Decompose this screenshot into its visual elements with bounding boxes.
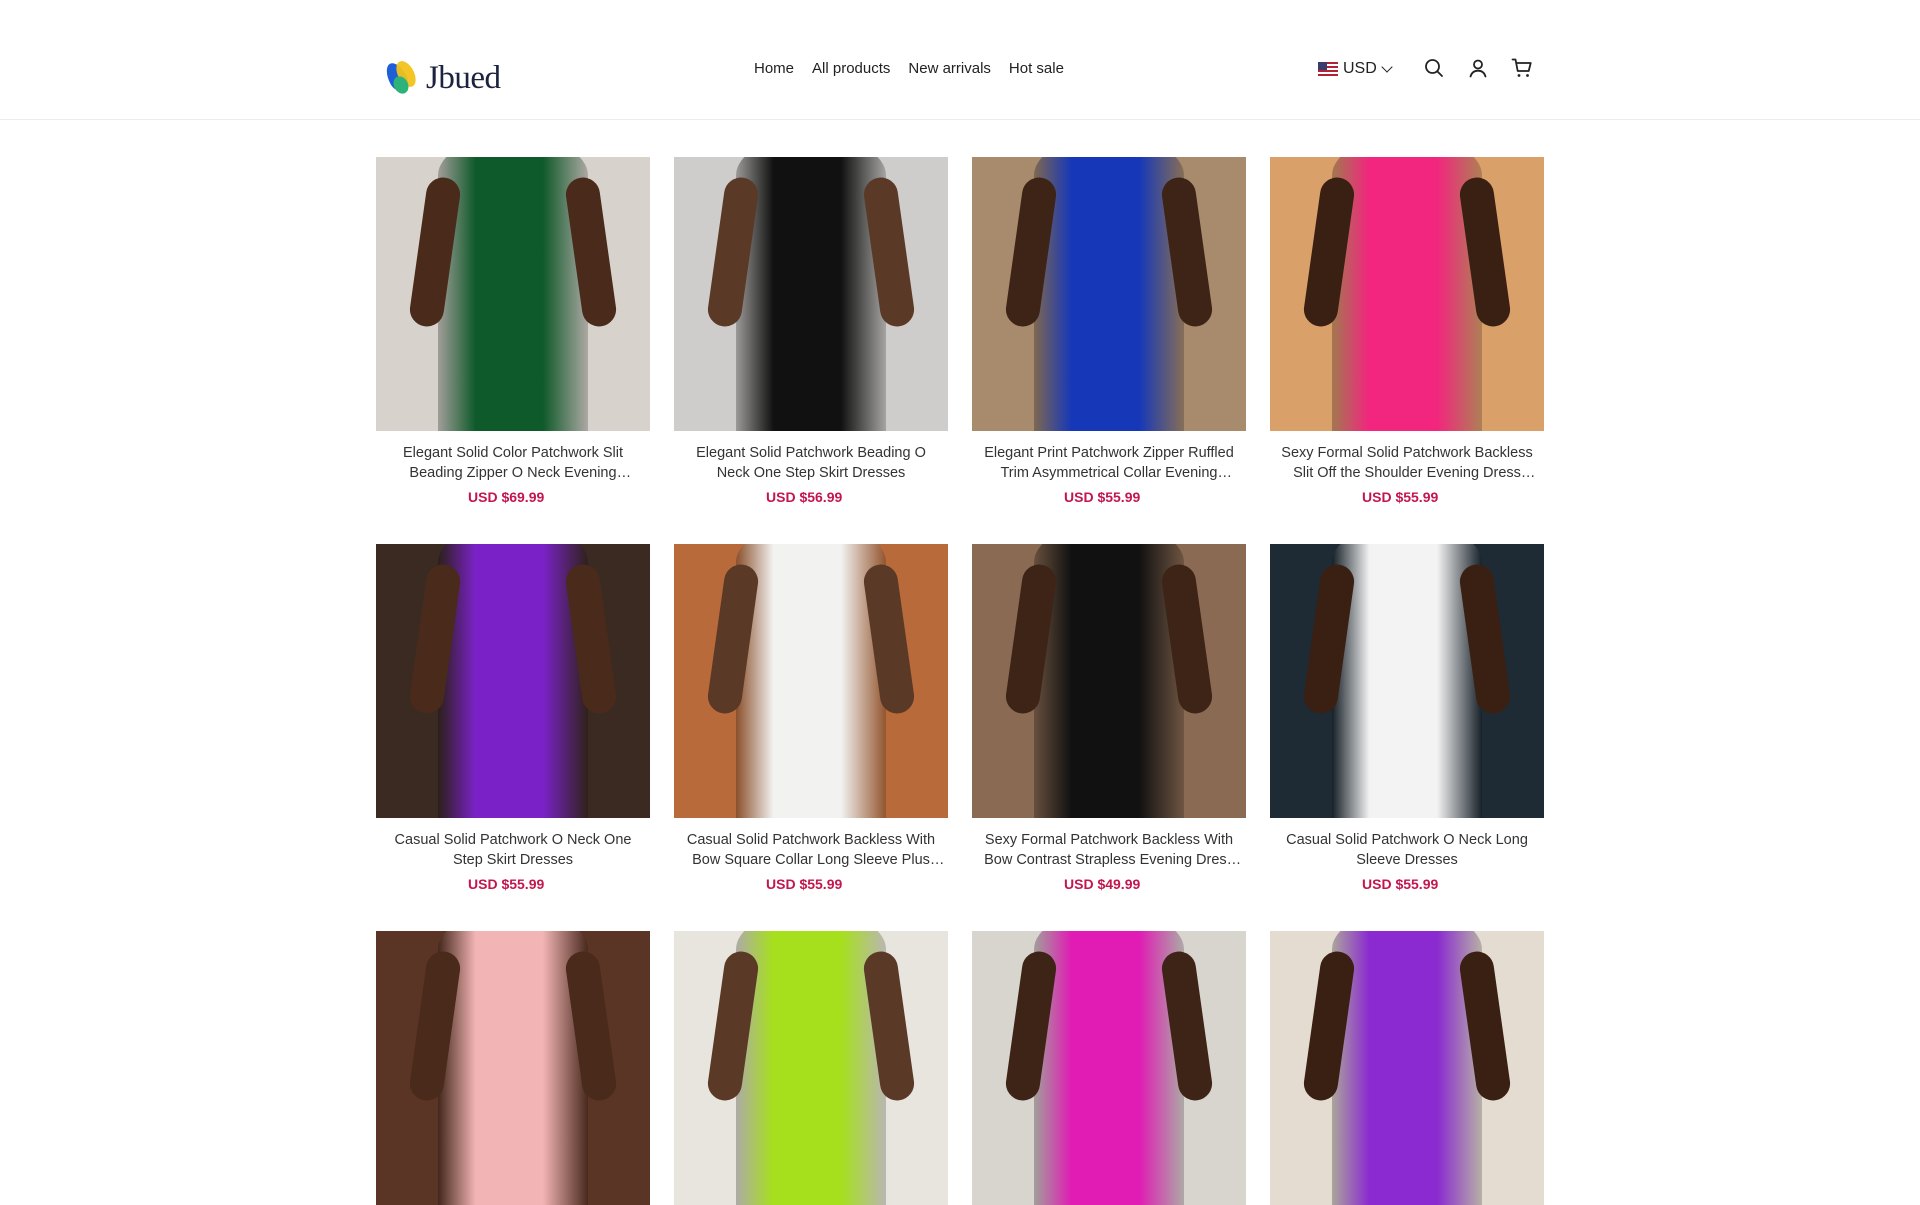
product-title[interactable]: Elegant Solid Patchwork Beading O Neck O…: [674, 443, 948, 483]
nav-hot-sale[interactable]: Hot sale: [1009, 60, 1064, 77]
product-image[interactable]: [972, 544, 1246, 818]
product-image[interactable]: [1270, 931, 1544, 1205]
product-title[interactable]: Casual Solid Patchwork O Neck One Step S…: [376, 830, 650, 870]
product-price: USD $56.99: [766, 489, 843, 505]
currency-label: USD: [1343, 60, 1377, 77]
search-icon: [1425, 59, 1443, 77]
product-card[interactable]: Casual Solid Patchwork O Neck Long Sleev…: [1270, 544, 1544, 892]
nav-all-products[interactable]: All products: [812, 60, 890, 77]
currency-selector[interactable]: USD: [1318, 60, 1393, 78]
product-image[interactable]: [674, 157, 948, 431]
product-image[interactable]: [674, 544, 948, 818]
product-title[interactable]: Sexy Formal Patchwork Backless With Bow …: [972, 830, 1246, 870]
product-title[interactable]: Elegant Print Patchwork Zipper Ruffled T…: [972, 443, 1246, 483]
product-image[interactable]: [972, 931, 1246, 1205]
product-price: USD $55.99: [1362, 876, 1439, 892]
product-image[interactable]: [674, 931, 948, 1205]
product-card[interactable]: [376, 931, 650, 1205]
product-title[interactable]: Elegant Solid Color Patchwork Slit Beadi…: [376, 443, 650, 483]
product-image[interactable]: [972, 157, 1246, 431]
product-price: USD $69.99: [468, 489, 545, 505]
product-image[interactable]: [376, 544, 650, 818]
product-title[interactable]: Casual Solid Patchwork Backless With Bow…: [674, 830, 948, 870]
logo-icon: [382, 57, 420, 98]
product-price: USD $55.99: [1064, 489, 1141, 505]
product-card[interactable]: [1270, 931, 1544, 1205]
product-card[interactable]: [674, 931, 948, 1205]
site-header: Jbued Home All products New arrivals Hot…: [0, 0, 1920, 120]
cart-button[interactable]: [1510, 56, 1534, 80]
cart-icon: [1511, 58, 1532, 77]
chevron-down-icon: [1381, 60, 1393, 73]
user-icon: [1469, 59, 1487, 78]
product-card[interactable]: Sexy Formal Patchwork Backless With Bow …: [972, 544, 1246, 892]
account-button[interactable]: [1466, 56, 1490, 80]
product-card[interactable]: Elegant Solid Patchwork Beading O Neck O…: [674, 157, 948, 505]
product-image[interactable]: [376, 931, 650, 1205]
brand-name: Jbued: [426, 59, 501, 96]
brand-logo[interactable]: Jbued: [382, 57, 501, 98]
product-image[interactable]: [1270, 157, 1544, 431]
product-price: USD $55.99: [468, 876, 545, 892]
nav-home[interactable]: Home: [754, 60, 794, 77]
product-price: USD $49.99: [1064, 876, 1141, 892]
main-nav: Home All products New arrivals Hot sale: [754, 60, 1064, 77]
product-price: USD $55.99: [766, 876, 843, 892]
product-card[interactable]: Elegant Solid Color Patchwork Slit Beadi…: [376, 157, 650, 505]
product-card[interactable]: Sexy Formal Solid Patchwork Backless Sli…: [1270, 157, 1544, 505]
product-title[interactable]: Sexy Formal Solid Patchwork Backless Sli…: [1270, 443, 1544, 483]
product-image[interactable]: [1270, 544, 1544, 818]
product-card[interactable]: [972, 931, 1246, 1205]
search-button[interactable]: [1422, 56, 1446, 80]
product-image[interactable]: [376, 157, 650, 431]
nav-new-arrivals[interactable]: New arrivals: [908, 60, 991, 77]
product-card[interactable]: Elegant Print Patchwork Zipper Ruffled T…: [972, 157, 1246, 505]
product-card[interactable]: Casual Solid Patchwork Backless With Bow…: [674, 544, 948, 892]
us-flag-icon: [1318, 62, 1338, 76]
product-title[interactable]: Casual Solid Patchwork O Neck Long Sleev…: [1270, 830, 1544, 870]
product-card[interactable]: Casual Solid Patchwork O Neck One Step S…: [376, 544, 650, 892]
product-price: USD $55.99: [1362, 489, 1439, 505]
